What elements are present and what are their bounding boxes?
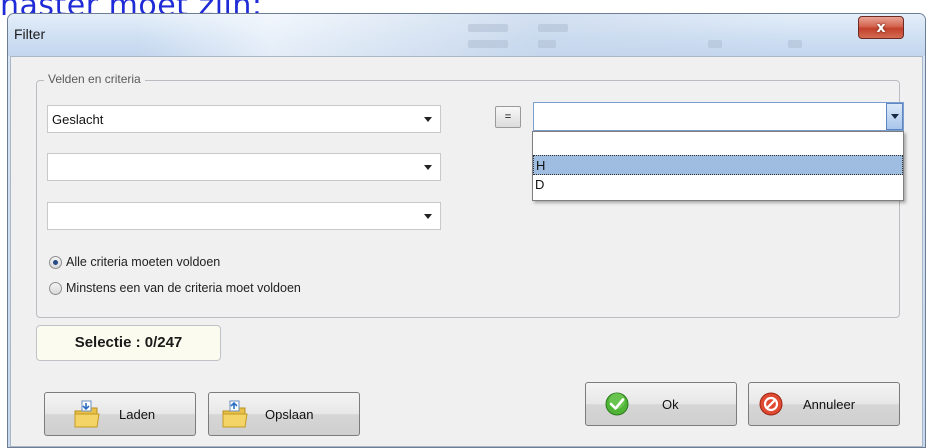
radio-any-criteria-label: Minstens een van de criteria moet voldoe… [66,281,301,295]
checkmark-icon [605,392,629,419]
cancel-button-label: Annuleer [803,397,856,412]
save-button[interactable]: Opslaan [208,392,360,436]
cancel-icon [759,392,783,419]
title-bar-background [138,14,802,56]
radio-all-criteria[interactable]: Alle criteria moeten voldoen [49,255,220,269]
dropdown-option-selected[interactable]: H [533,155,903,175]
ok-button[interactable]: Ok [585,382,737,426]
operator-button[interactable]: = [495,106,521,128]
radio-all-criteria-label: Alle criteria moeten voldoen [66,255,221,269]
field-select-2[interactable] [47,153,441,181]
load-button-label: Laden [119,407,156,422]
value-dropdown-list: H D [532,131,904,201]
load-button[interactable]: Laden [44,392,196,436]
folder-save-icon [221,399,249,434]
filter-dialog: Filter x Velden en criteria Geslacht = H… [7,13,926,448]
window-title: Filter [14,26,46,42]
title-bar[interactable]: Filter x [8,14,925,56]
selection-count: Selectie : 0/247 [36,325,221,361]
folder-load-icon [73,399,101,434]
criteria-group-legend: Velden en criteria [44,72,145,86]
criteria-group: Velden en criteria Geslacht = H D Alle c… [36,72,904,318]
save-button-label: Opslaan [265,407,314,422]
radio-any-criteria[interactable]: Minstens een van de criteria moet voldoe… [49,281,301,295]
dropdown-option[interactable] [533,134,903,154]
chevron-down-icon [890,114,899,119]
chevron-down-icon [424,117,432,122]
field-select-1[interactable]: Geslacht [47,105,441,133]
value-select[interactable] [533,102,904,131]
dropdown-button[interactable] [886,103,903,130]
chevron-down-icon [424,214,432,219]
close-button[interactable]: x [858,16,904,39]
dropdown-option[interactable]: D [533,175,903,195]
dialog-body: Velden en criteria Geslacht = H D Alle c… [10,56,923,447]
chevron-down-icon [424,165,432,170]
close-icon: x [876,19,886,36]
radio-button[interactable] [49,281,62,295]
radio-button-checked[interactable] [49,255,62,269]
cancel-button[interactable]: Annuleer [748,382,900,426]
ok-button-label: Ok [662,397,679,412]
field-select-1-value: Geslacht [52,112,104,127]
field-select-3[interactable] [47,202,441,230]
